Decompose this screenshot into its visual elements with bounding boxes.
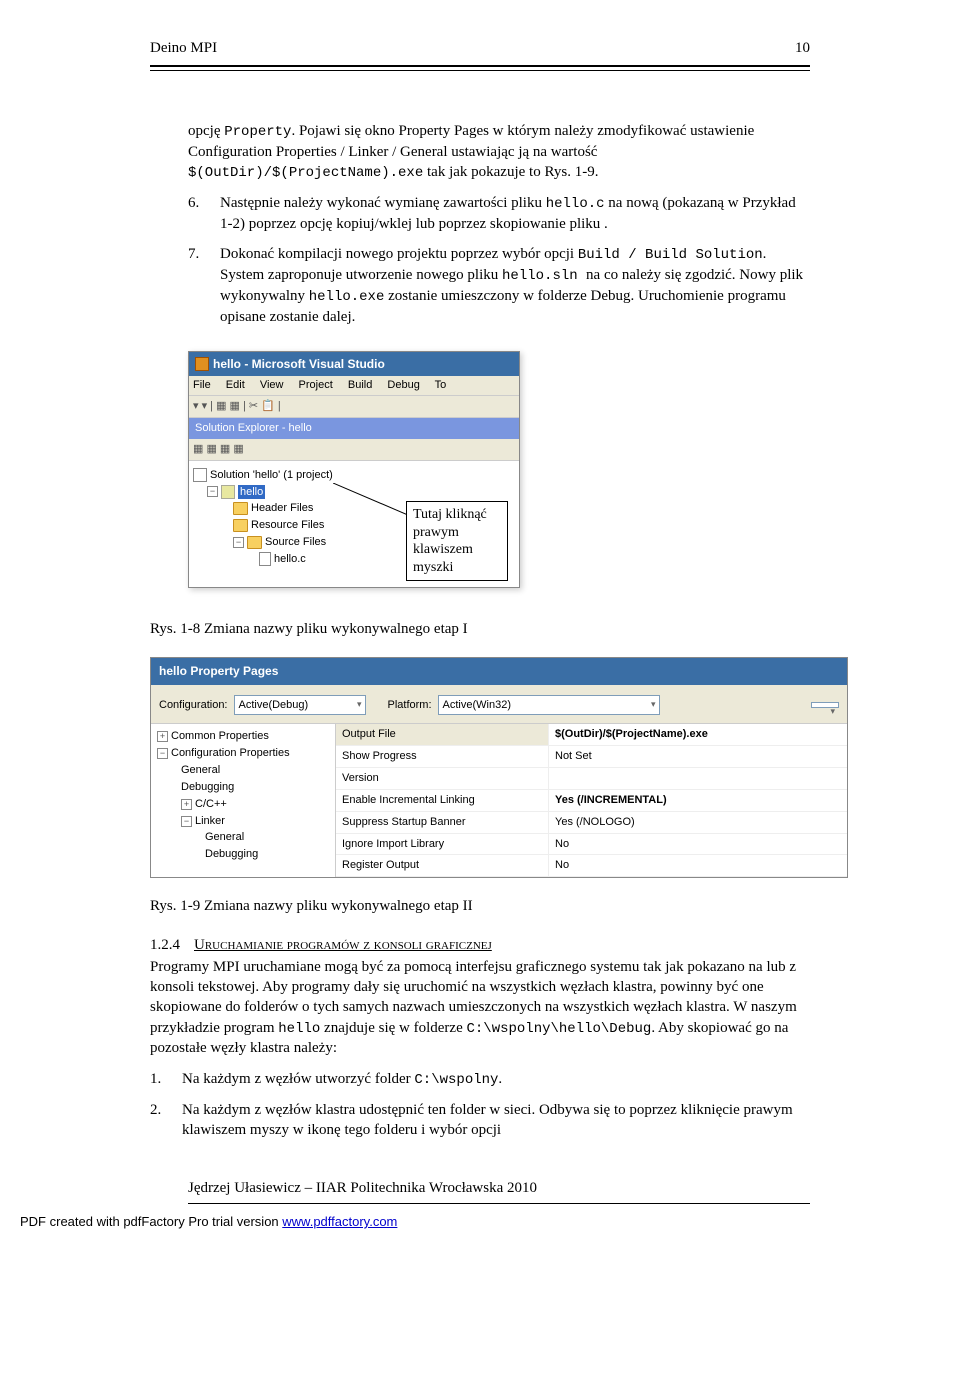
tree-common-properties[interactable]: +Common Properties (153, 728, 333, 745)
tree-general[interactable]: General (153, 762, 333, 779)
section-paragraph: Programy MPI uruchamiane mogą być za pom… (150, 957, 810, 1059)
folder-icon (233, 519, 248, 532)
menu-project[interactable]: Project (299, 379, 333, 391)
callout-box: Tutaj kliknąć prawym klawiszem myszki (406, 501, 508, 581)
pp-titlebar: hello Property Pages (151, 658, 847, 684)
grid-value[interactable]: Yes (/NOLOGO) (549, 812, 847, 833)
grid-value[interactable]: No (549, 855, 847, 876)
pp-config-bar: Configuration: Active(Debug) Platform: A… (151, 685, 847, 725)
config-select[interactable]: Active(Debug) (234, 695, 366, 716)
grid-row[interactable]: Enable Incremental LinkingYes (/INCREMEN… (336, 790, 847, 812)
footer-rule (188, 1203, 810, 1204)
collapse-icon[interactable]: − (233, 537, 244, 548)
step-2: 2. Na każdym z węzłów klastra udostępnić… (150, 1100, 810, 1141)
project-icon (221, 485, 235, 499)
callout-line (333, 483, 408, 523)
section-number: 1.2.4 (150, 937, 180, 953)
expand-icon[interactable]: + (157, 731, 168, 742)
extra-select[interactable] (811, 702, 839, 708)
grid-value[interactable]: Yes (/INCREMENTAL) (549, 790, 847, 811)
steps-list: 1. Na każdym z węzłów utworzyć folder C:… (150, 1069, 810, 1140)
vs-titlebar: hello - Microsoft Visual Studio (189, 352, 519, 376)
grid-key: Output File (336, 724, 549, 745)
tree-linker-general[interactable]: General (153, 829, 333, 846)
vs-toolbar[interactable]: ▾ ▾ | ▦ ▦ | ✂ 📋 | (189, 396, 519, 418)
menu-file[interactable]: File (193, 379, 211, 391)
step-1: 1. Na każdym z węzłów utworzyć folder C:… (150, 1069, 810, 1090)
grid-row[interactable]: Suppress Startup BannerYes (/NOLOGO) (336, 812, 847, 834)
menu-edit[interactable]: Edit (226, 379, 245, 391)
expand-icon[interactable]: + (181, 799, 192, 810)
grid-row[interactable]: Output File$(OutDir)/$(ProjectName).exe (336, 724, 847, 746)
grid-row[interactable]: Version (336, 768, 847, 790)
grid-row[interactable]: Ignore Import LibraryNo (336, 834, 847, 856)
page-header: Deino MPI 10 (150, 40, 810, 57)
figure-1-9: hello Property Pages Configuration: Acti… (150, 657, 848, 878)
pp-grid[interactable]: Output File$(OutDir)/$(ProjectName).exe … (336, 724, 847, 877)
grid-value[interactable]: Not Set (549, 746, 847, 767)
page-footer: Jędrzej Ułasiewicz – IIAR Politechnika W… (188, 1180, 810, 1197)
menu-debug[interactable]: Debug (387, 379, 419, 391)
tree-linker[interactable]: −Linker (153, 813, 333, 830)
grid-key: Register Output (336, 855, 549, 876)
collapse-icon[interactable]: − (157, 748, 168, 759)
grid-row[interactable]: Show ProgressNot Set (336, 746, 847, 768)
menu-view[interactable]: View (260, 379, 284, 391)
vs-menubar[interactable]: File Edit View Project Build Debug To (189, 376, 519, 396)
grid-key: Version (336, 768, 549, 789)
pdf-watermark: PDF created with pdfFactory Pro trial ve… (20, 1214, 960, 1229)
platform-label: Platform: (388, 698, 432, 713)
section-heading: 1.2.4 Uruchamianie programów z konsoli gr… (150, 935, 810, 955)
grid-key: Enable Incremental Linking (336, 790, 549, 811)
platform-select[interactable]: Active(Win32) (438, 695, 660, 716)
grid-key: Suppress Startup Banner (336, 812, 549, 833)
header-title: Deino MPI (150, 40, 217, 57)
figure-1-8-caption: Rys. 1-8 Zmiana nazwy pliku wykonywalneg… (150, 619, 810, 639)
solution-explorer-header: Solution Explorer - hello (189, 418, 519, 439)
menu-build[interactable]: Build (348, 379, 372, 391)
header-page: 10 (795, 40, 810, 57)
grid-key: Show Progress (336, 746, 549, 767)
solution-icon (193, 468, 207, 482)
grid-key: Ignore Import Library (336, 834, 549, 855)
tree-configuration-properties[interactable]: −Configuration Properties (153, 745, 333, 762)
pdf-link[interactable]: www.pdffactory.com (282, 1214, 397, 1229)
tree-solution[interactable]: Solution 'hello' (1 project) (193, 467, 515, 484)
folder-open-icon (247, 536, 262, 549)
header-rule (150, 65, 810, 71)
property-pages-window: hello Property Pages Configuration: Acti… (150, 657, 848, 878)
folder-icon (233, 502, 248, 515)
grid-row[interactable]: Register OutputNo (336, 855, 847, 877)
list-item-6: 6. Następnie należy wykonać wymianę zawa… (188, 193, 810, 234)
tree-cpp[interactable]: +C/C++ (153, 796, 333, 813)
grid-value[interactable]: $(OutDir)/$(ProjectName).exe (549, 724, 847, 745)
tree-linker-debugging[interactable]: Debugging (153, 846, 333, 863)
c-file-icon (259, 552, 271, 566)
figure-1-9-caption: Rys. 1-9 Zmiana nazwy pliku wykonywalneg… (150, 896, 810, 916)
body-content: opcję Property. Pojawi się okno Property… (188, 121, 810, 1140)
intro-paragraph: opcję Property. Pojawi się okno Property… (188, 121, 810, 183)
figure-1-8: hello - Microsoft Visual Studio File Edi… (188, 351, 810, 601)
collapse-icon[interactable]: − (207, 486, 218, 497)
collapse-icon[interactable]: − (181, 816, 192, 827)
page: Deino MPI 10 opcję Property. Pojawi się … (0, 0, 960, 1385)
tree-debugging[interactable]: Debugging (153, 779, 333, 796)
numbered-list: 6. Następnie należy wykonać wymianę zawa… (188, 193, 810, 327)
menu-more[interactable]: To (435, 379, 447, 391)
vs-se-toolbar[interactable]: ▦ ▦ ▦ ▦ (189, 439, 519, 461)
pp-body: +Common Properties −Configuration Proper… (151, 724, 847, 877)
grid-value[interactable] (549, 768, 847, 789)
pp-tree[interactable]: +Common Properties −Configuration Proper… (151, 724, 336, 877)
grid-value[interactable]: No (549, 834, 847, 855)
vs-app-icon (195, 357, 209, 371)
list-item-7: 7. Dokonać kompilacji nowego projektu po… (188, 244, 810, 327)
config-label: Configuration: (159, 698, 228, 713)
section-title: Uruchamianie programów z konsoli graficz… (194, 937, 492, 953)
vs-title-text: hello - Microsoft Visual Studio (213, 356, 385, 372)
